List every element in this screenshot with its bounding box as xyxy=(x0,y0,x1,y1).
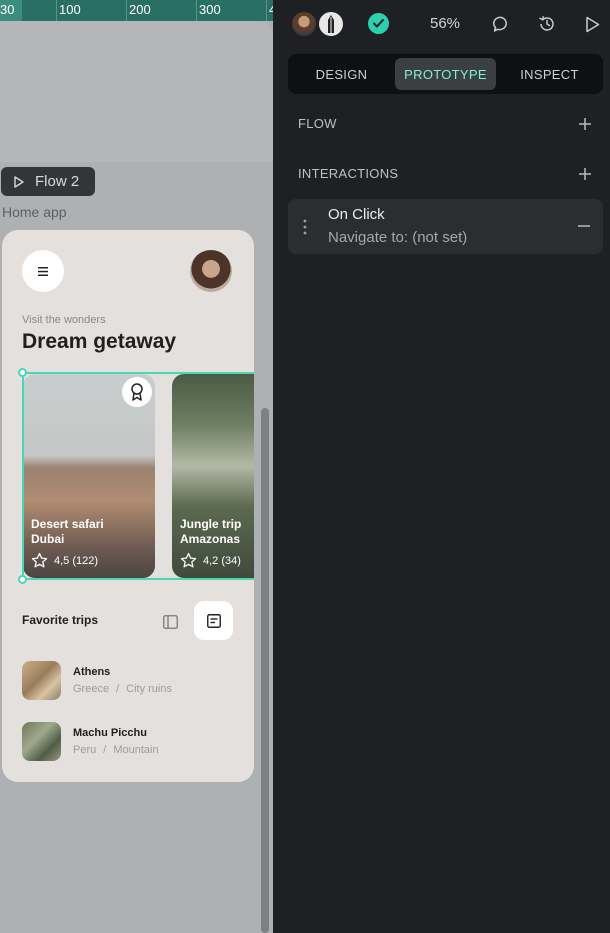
flow-badge-label: Flow 2 xyxy=(35,173,80,190)
card-title-line: Dubai xyxy=(31,532,65,546)
trip-thumbnail xyxy=(22,661,61,700)
card-title-line: Amazonas xyxy=(180,532,241,546)
zoom-level[interactable]: 56% xyxy=(430,15,460,32)
trip-card-desert[interactable]: Desert safari Dubai 4,5 (122) xyxy=(23,374,155,578)
rating-value: 4,2 (34) xyxy=(203,554,241,567)
ruler-tick-line xyxy=(196,0,197,21)
card-rating: 4,2 (34) xyxy=(180,552,241,569)
resize-handle[interactable] xyxy=(18,368,27,377)
flow-start-badge[interactable]: Flow 2 xyxy=(1,167,95,196)
home-app-board[interactable]: Visit the wonders Dream getaway Desert s… xyxy=(2,230,254,782)
ruler-highlight-label: 30 xyxy=(0,2,15,17)
vertical-scrollbar[interactable] xyxy=(261,408,269,933)
list-view-toggle[interactable] xyxy=(194,601,233,640)
history-icon[interactable] xyxy=(537,14,557,34)
design-canvas[interactable]: 30 100 200 300 4 Flow 2 Home app Visit t… xyxy=(0,0,273,933)
menu-button[interactable] xyxy=(22,250,64,292)
hamburger-menu-icon xyxy=(38,266,48,276)
resize-handle[interactable] xyxy=(18,575,27,584)
interaction-item[interactable]: On Click Navigate to: (not set) xyxy=(288,199,603,254)
trip-card-jungle[interactable]: Jungle trip Amazonas 4,2 (34) xyxy=(172,374,254,578)
play-outline-icon xyxy=(14,175,24,188)
comment-icon[interactable] xyxy=(491,14,511,34)
tab-prototype[interactable]: PROTOTYPE xyxy=(395,58,496,90)
collaborator-avatar[interactable] xyxy=(290,10,318,38)
flow-section-header: FLOW xyxy=(298,116,598,136)
panel-tabs: DESIGN PROTOTYPE INSPECT xyxy=(288,54,603,94)
interactions-section-header: INTERACTIONS xyxy=(298,166,598,186)
trip-category: City ruins xyxy=(126,683,172,695)
bookmark-button[interactable] xyxy=(122,377,152,407)
rating-value: 4,5 (122) xyxy=(54,554,99,567)
hero-title: Dream getaway xyxy=(22,330,177,353)
favorites-title: Favorite trips xyxy=(22,613,99,627)
ruler-tick-label: 100 xyxy=(59,2,81,17)
trip-country: Peru xyxy=(73,744,97,756)
ruler-tick-line xyxy=(266,0,267,21)
horizontal-ruler: 30 100 200 300 4 xyxy=(0,0,273,21)
trip-name: Machu Picchu xyxy=(73,727,147,739)
award-ribbon-icon xyxy=(131,383,143,401)
panel-top-bar: 56% xyxy=(273,0,610,48)
ruler-tick-line xyxy=(126,0,127,21)
ruler-tick-label: 200 xyxy=(129,2,151,17)
interaction-trigger: On Click xyxy=(328,206,385,223)
trip-thumbnail xyxy=(22,722,61,761)
star-icon xyxy=(31,552,48,568)
pen-icon xyxy=(328,15,334,33)
interaction-action: Navigate to: (not set) xyxy=(328,229,468,246)
inspector-panel: 56% DESIGN PROTOTYPE INSPECT FLOW INTERA… xyxy=(273,0,610,933)
hero-subtitle: Visit the wonders xyxy=(22,314,106,326)
star-icon xyxy=(180,552,197,568)
previous-board[interactable] xyxy=(0,21,273,162)
trip-separator: / xyxy=(116,683,120,695)
saved-check-icon xyxy=(368,13,389,34)
ruler-tick-label: 300 xyxy=(199,2,221,17)
add-flow-icon[interactable] xyxy=(577,116,593,132)
trip-category: Mountain xyxy=(113,744,159,756)
profile-avatar[interactable] xyxy=(190,250,232,292)
card-rating: 4,5 (122) xyxy=(31,552,98,569)
collaborator-avatar[interactable] xyxy=(317,10,345,38)
tab-design[interactable]: DESIGN xyxy=(293,58,390,90)
card-title: Jungle trip Amazonas xyxy=(180,517,241,547)
interactions-section-title: INTERACTIONS xyxy=(298,166,399,181)
tab-inspect[interactable]: INSPECT xyxy=(501,58,598,90)
trip-country: Greece xyxy=(73,683,110,695)
flow-section-title: FLOW xyxy=(298,116,337,131)
card-title-line: Desert safari xyxy=(31,517,104,531)
board-name-label[interactable]: Home app xyxy=(2,204,67,220)
list-item[interactable]: Machu Picchu Peru / Mountain xyxy=(22,722,242,762)
ruler-tick-line xyxy=(56,0,57,21)
card-title-line: Jungle trip xyxy=(180,517,242,531)
trip-meta: Greece / City ruins xyxy=(73,683,172,695)
drag-handle-icon[interactable] xyxy=(302,219,308,235)
trip-name: Athens xyxy=(73,666,111,678)
play-icon[interactable] xyxy=(582,14,602,34)
grid-view-toggle[interactable] xyxy=(158,610,182,634)
add-interaction-icon[interactable] xyxy=(577,166,593,182)
sidebar-layout-icon xyxy=(162,615,178,629)
list-item[interactable]: Athens Greece / City ruins xyxy=(22,661,242,701)
ruler-highlight: 30 xyxy=(0,0,22,21)
card-title: Desert safari Dubai xyxy=(31,517,104,547)
trip-meta: Peru / Mountain xyxy=(73,744,159,756)
remove-interaction-icon[interactable] xyxy=(577,219,591,233)
list-layout-icon xyxy=(206,613,221,628)
trip-separator: / xyxy=(103,744,107,756)
